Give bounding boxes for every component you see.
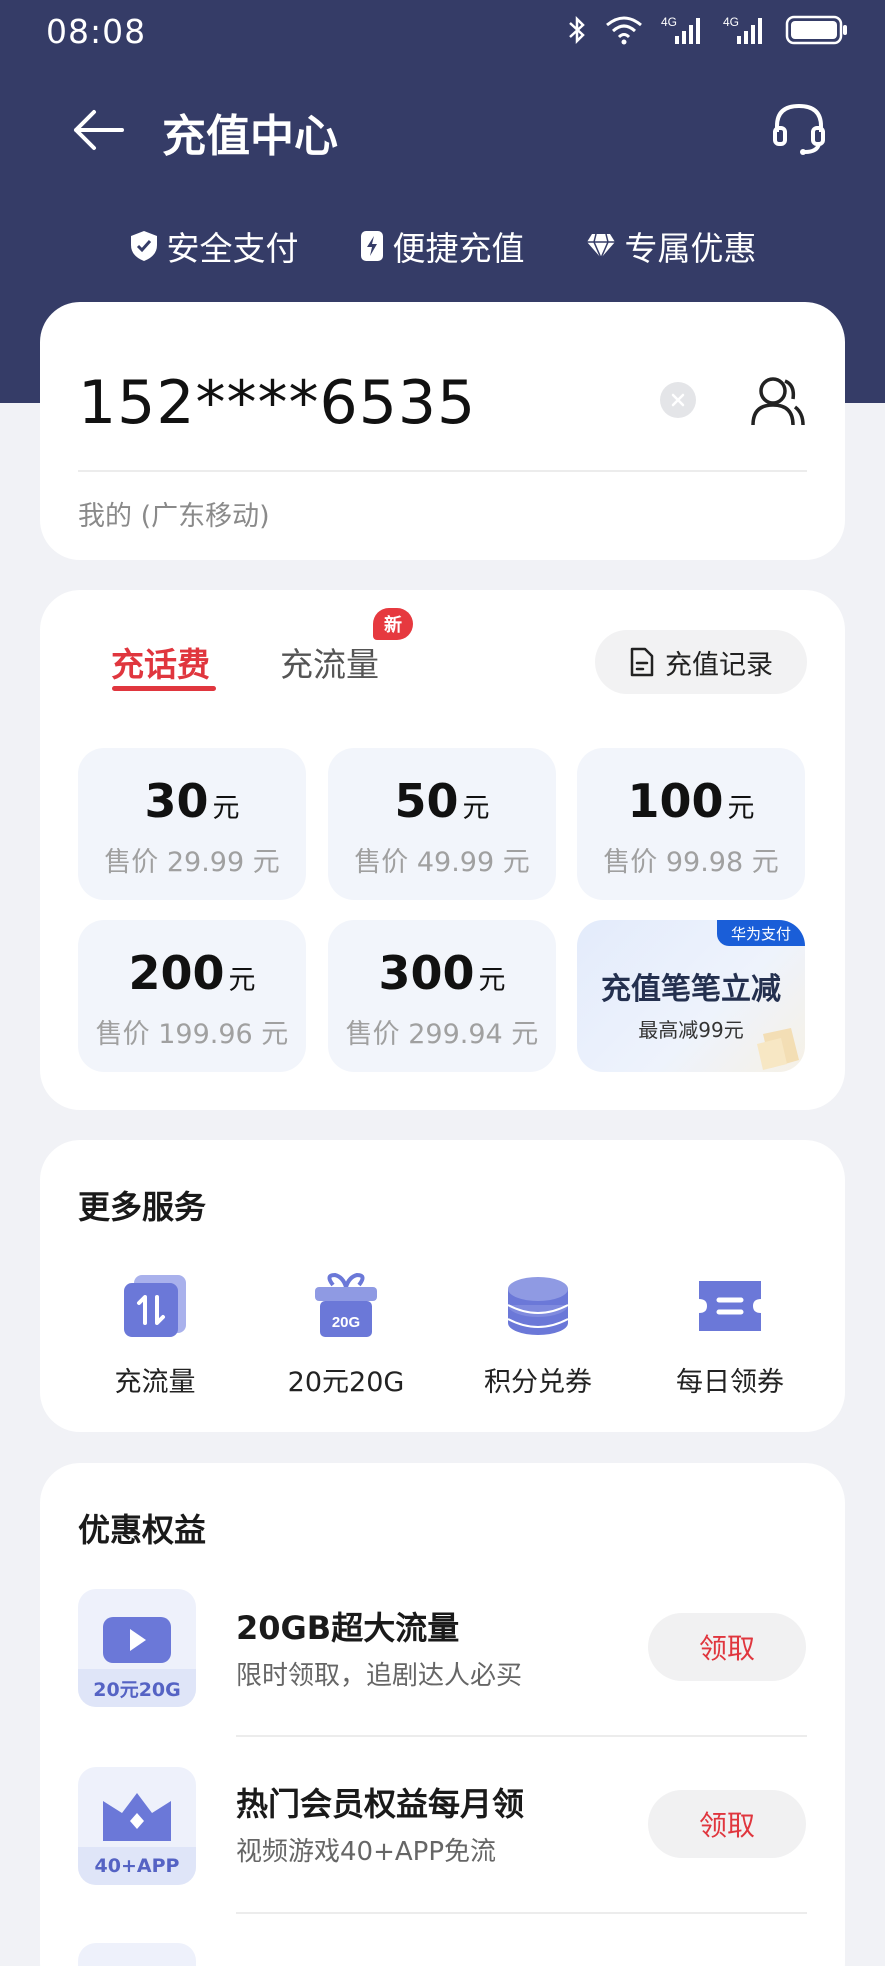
service-points-exchange[interactable]: 积分兑券 bbox=[458, 1266, 618, 1399]
headset-icon bbox=[773, 103, 825, 155]
close-icon bbox=[671, 393, 685, 407]
benefits-card: 优惠权益 20元20G 20GB超大流量 限时领取，追剧达人必买 领取 40+A… bbox=[40, 1463, 845, 1966]
service-label: 充流量 bbox=[114, 1367, 196, 1398]
active-tab-indicator bbox=[112, 686, 216, 691]
recharge-record-label: 充值记录 bbox=[665, 649, 773, 681]
benefit-badge: 40+APP bbox=[78, 1847, 196, 1885]
svg-text:4G: 4G bbox=[723, 15, 739, 29]
shield-check-icon bbox=[130, 231, 157, 261]
price-unit: 元 bbox=[228, 965, 256, 996]
service-data-recharge[interactable]: 充流量 bbox=[75, 1266, 235, 1399]
claim-button[interactable]: 领取 bbox=[648, 1790, 806, 1858]
service-20yuan-20g[interactable]: 20G 20元20G bbox=[266, 1266, 426, 1399]
service-label: 每日领券 bbox=[676, 1367, 784, 1398]
more-services-card: 更多服务 充流量 20G 20元20G 积分兑券 每日领券 bbox=[40, 1140, 845, 1432]
price-option-50[interactable]: 50 元 售价 49.99 元 bbox=[328, 748, 556, 900]
benefit-subtitle: 限时领取，追剧达人必买 bbox=[236, 1661, 523, 1691]
divider bbox=[78, 470, 807, 472]
price-unit: 元 bbox=[212, 793, 240, 824]
service-label: 积分兑券 bbox=[484, 1367, 592, 1398]
service-daily-coupon[interactable]: 每日领券 bbox=[650, 1266, 810, 1399]
sale-price: 售价 199.96 元 bbox=[95, 1019, 289, 1050]
document-icon bbox=[630, 647, 654, 677]
price-option-30[interactable]: 30 元 售价 29.99 元 bbox=[78, 748, 306, 900]
feature-label: 安全支付 bbox=[166, 229, 299, 268]
back-button[interactable] bbox=[70, 102, 126, 158]
benefit-title: 热门会员权益每月领 bbox=[236, 1785, 525, 1823]
divider bbox=[236, 1912, 807, 1914]
coupon-decoration-icon bbox=[757, 1028, 799, 1070]
benefit-icon-tile: 20元20G bbox=[78, 1589, 196, 1707]
crown-icon bbox=[103, 1793, 171, 1841]
phone-number-input[interactable]: 152****6535 bbox=[78, 368, 476, 438]
sale-price: 售价 299.94 元 bbox=[345, 1019, 539, 1050]
service-label: 20元20G bbox=[287, 1367, 405, 1398]
back-arrow-icon bbox=[74, 110, 124, 150]
price-amount: 30 bbox=[144, 774, 209, 828]
carrier-label: 我的 (广东移动) bbox=[78, 501, 270, 532]
contacts-button[interactable] bbox=[746, 370, 808, 432]
wifi-icon bbox=[606, 16, 642, 45]
sale-price: 售价 99.98 元 bbox=[603, 847, 779, 878]
page-title: 充值中心 bbox=[162, 111, 338, 162]
feature-quick-recharge: 便捷充值 bbox=[359, 218, 525, 274]
coin-stack-icon bbox=[507, 1277, 569, 1335]
contact-person-icon bbox=[751, 377, 805, 426]
recharge-record-button[interactable]: 充值记录 bbox=[595, 630, 807, 694]
section-title: 更多服务 bbox=[78, 1188, 207, 1226]
status-bar: 08:08 4G 4G bbox=[0, 0, 885, 64]
sale-price: 售价 49.99 元 bbox=[354, 847, 530, 878]
price-option-100[interactable]: 100 元 售价 99.98 元 bbox=[577, 748, 805, 900]
sale-price: 售价 29.99 元 bbox=[104, 847, 280, 878]
feature-secure-pay: 安全支付 bbox=[129, 218, 299, 274]
price-unit: 元 bbox=[462, 793, 490, 824]
price-unit: 元 bbox=[727, 793, 755, 824]
gift-box-icon: 20G bbox=[315, 1272, 377, 1337]
benefit-badge: 20元20G bbox=[78, 1669, 196, 1707]
price-option-200[interactable]: 200 元 售价 199.96 元 bbox=[78, 920, 306, 1072]
benefit-icon-tile: 40+APP bbox=[78, 1767, 196, 1885]
tab-phone-fee[interactable]: 充话费 bbox=[111, 638, 210, 686]
promo-banner[interactable]: 华为支付 充值笔笔立减 最高减99元 bbox=[577, 920, 805, 1072]
video-play-icon bbox=[103, 1617, 171, 1663]
battery-icon bbox=[785, 15, 847, 45]
recharge-card: 充话费 充流量 新 充值记录 30 元 售价 29.99 元 50 元 售价 49.… bbox=[40, 590, 845, 1110]
price-unit: 元 bbox=[478, 965, 506, 996]
price-amount: 200 bbox=[128, 946, 225, 1000]
promo-tag: 华为支付 bbox=[717, 920, 805, 946]
benefit-title: 20GB超大流量 bbox=[236, 1609, 460, 1647]
benefit-subtitle: 视频游戏40+APP免流 bbox=[236, 1837, 497, 1867]
svg-text:20G: 20G bbox=[332, 1314, 360, 1331]
status-icons: 4G 4G bbox=[567, 14, 849, 46]
status-time: 08:08 bbox=[46, 12, 147, 51]
feature-strip: 安全支付 便捷充值 专属优惠 bbox=[0, 218, 885, 274]
feature-exclusive-offer: 专属优惠 bbox=[585, 218, 757, 274]
section-title: 优惠权益 bbox=[78, 1511, 207, 1549]
promo-title: 充值笔笔立减 bbox=[601, 972, 781, 1007]
signal-icon-1: 4G bbox=[661, 15, 700, 44]
feature-label: 便捷充值 bbox=[392, 229, 525, 268]
clear-button[interactable] bbox=[660, 382, 696, 418]
svg-text:4G: 4G bbox=[661, 15, 677, 29]
diamond-icon bbox=[586, 233, 615, 260]
feature-label: 专属优惠 bbox=[624, 229, 757, 268]
new-badge: 新 bbox=[373, 608, 413, 640]
signal-icon-2: 4G bbox=[723, 15, 762, 44]
price-amount: 50 bbox=[394, 774, 459, 828]
bolt-card-icon bbox=[360, 231, 383, 261]
app-header: 充值中心 bbox=[0, 90, 885, 170]
price-amount: 300 bbox=[378, 946, 475, 1000]
data-transfer-icon bbox=[124, 1275, 186, 1337]
ticket-icon bbox=[699, 1281, 761, 1331]
phone-card: 152****6535 我的 (广东移动) bbox=[40, 302, 845, 560]
benefit-icon-tile-partial bbox=[78, 1943, 196, 1966]
claim-button[interactable]: 领取 bbox=[648, 1613, 806, 1681]
divider bbox=[236, 1735, 807, 1737]
price-amount: 100 bbox=[627, 774, 724, 828]
price-option-300[interactable]: 300 元 售价 299.94 元 bbox=[328, 920, 556, 1072]
tab-data[interactable]: 充流量 bbox=[280, 638, 379, 686]
bluetooth-icon bbox=[569, 15, 585, 45]
customer-service-button[interactable] bbox=[765, 94, 833, 162]
